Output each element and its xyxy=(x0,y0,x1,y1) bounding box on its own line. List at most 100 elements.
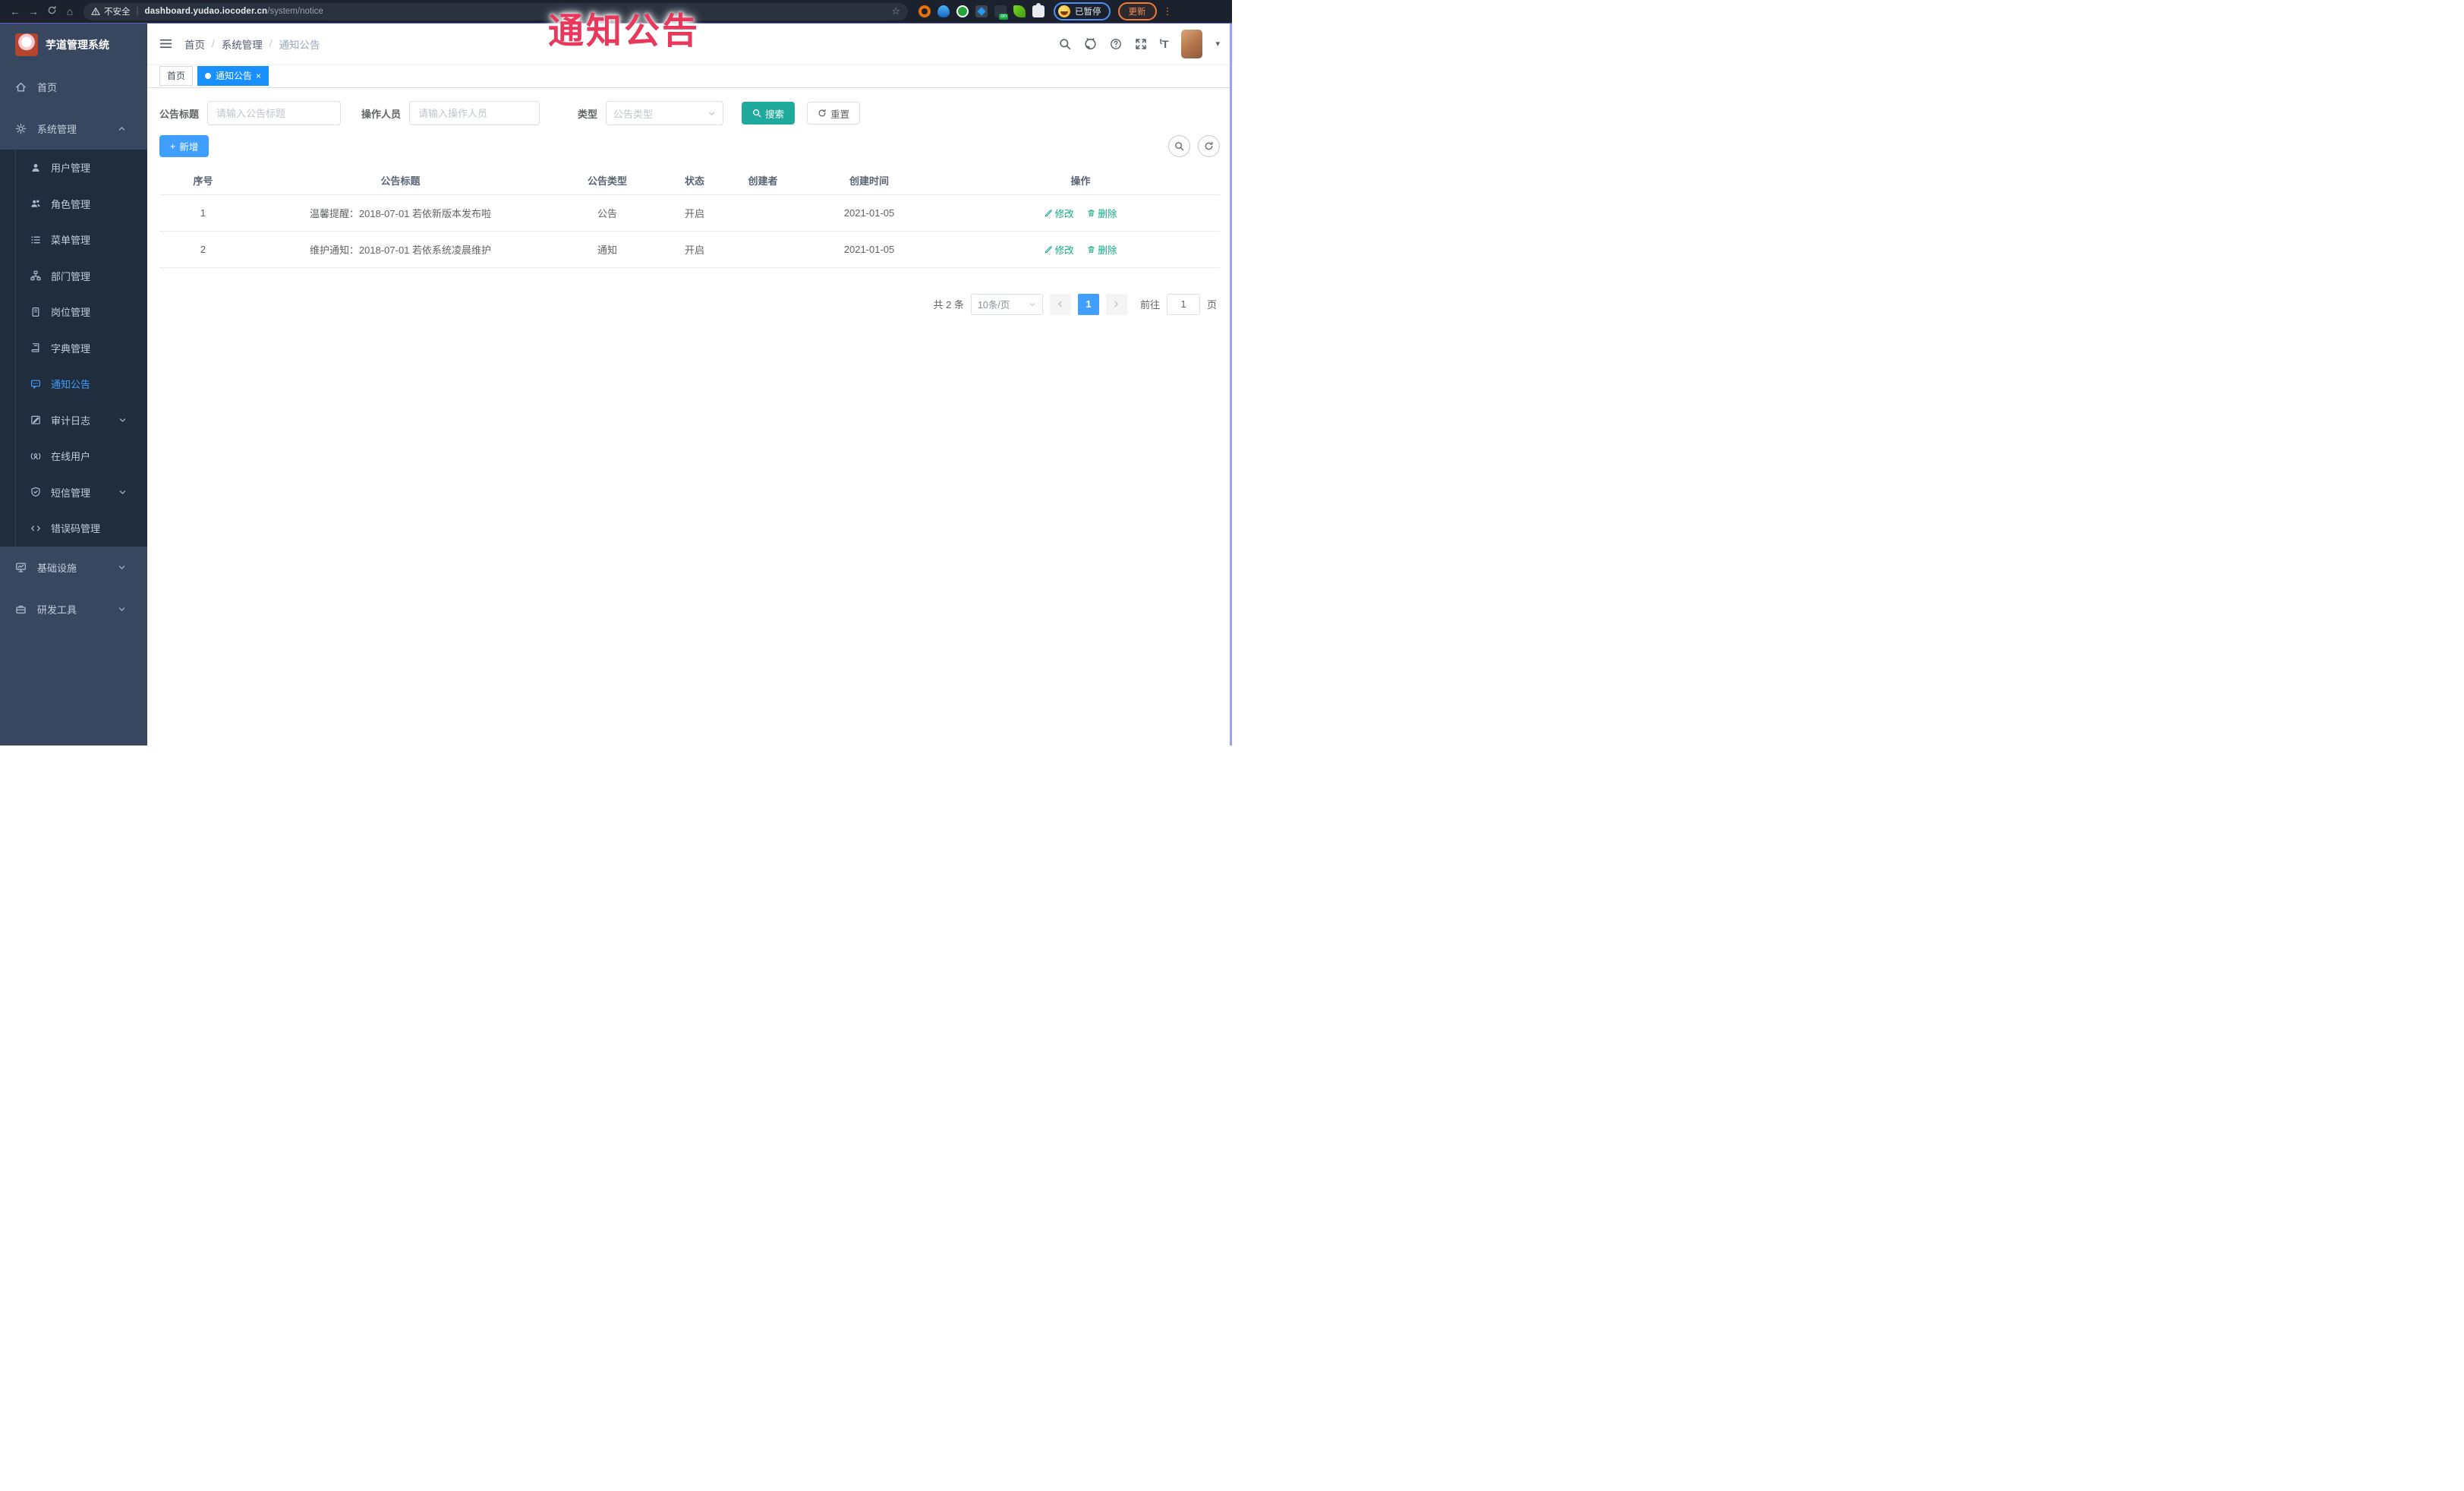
shield-check-icon xyxy=(31,487,40,497)
bookmark-star-icon[interactable]: ☆ xyxy=(891,5,900,17)
browser-update-button[interactable]: 更新 xyxy=(1117,2,1157,20)
header-search-icon[interactable] xyxy=(1059,38,1071,50)
chevron-down-icon xyxy=(118,605,137,613)
search-button-label: 搜索 xyxy=(765,109,785,120)
col-header-no: 序号 xyxy=(159,166,247,195)
browser-menu-icon[interactable]: ⋮ xyxy=(1163,5,1173,17)
breadcrumb-separator: / xyxy=(269,38,273,49)
page-unit-label: 页 xyxy=(1206,299,1217,310)
next-page-button[interactable] xyxy=(1105,293,1127,315)
tab-close-icon[interactable]: × xyxy=(256,71,261,81)
filter-form: 公告标题 操作人员 类型 公告类型 搜索 重置 xyxy=(159,101,1220,125)
github-icon[interactable] xyxy=(1084,37,1097,50)
sidebar-item-dept-management[interactable]: 部门管理 xyxy=(0,258,147,295)
fullscreen-icon[interactable] xyxy=(1135,38,1147,50)
browser-home-icon[interactable]: ⌂ xyxy=(61,5,79,17)
extension-green-circle-icon[interactable] xyxy=(956,5,969,17)
toggle-search-button[interactable] xyxy=(1168,135,1190,157)
col-header-creator: 创建者 xyxy=(729,166,797,195)
sidebar-item-home[interactable]: 首页 xyxy=(0,66,147,108)
url-path[interactable]: /system/notice xyxy=(267,7,323,16)
extension-blue-drop-icon[interactable] xyxy=(937,5,950,17)
refresh-icon xyxy=(1205,141,1213,150)
edit-link[interactable]: 修改 xyxy=(1045,242,1074,257)
sidebar-item-audit-log[interactable]: 审计日志 xyxy=(0,402,147,439)
sidebar-item-notice[interactable]: 通知公告 xyxy=(0,366,147,402)
sidebar-item-menu-management[interactable]: 菜单管理 xyxy=(0,222,147,258)
operator-input[interactable] xyxy=(409,101,540,125)
browser-profile-chip[interactable]: 已暂停 xyxy=(1054,2,1111,20)
delete-link[interactable]: 删除 xyxy=(1087,242,1117,257)
user-menu-caret-icon[interactable]: ▾ xyxy=(1215,39,1220,49)
breadcrumb-system[interactable]: 系统管理 xyxy=(222,36,263,52)
search-button[interactable]: 搜索 xyxy=(742,102,796,125)
browser-reload-icon[interactable] xyxy=(43,5,61,17)
add-button[interactable]: + 新增 xyxy=(159,135,210,157)
cell-no: 2 xyxy=(159,231,247,268)
sidebar-item-system-management[interactable]: 系统管理 xyxy=(0,108,147,150)
cell-actions: 修改 删除 xyxy=(941,231,1220,268)
edit-pencil-icon xyxy=(1045,209,1052,216)
gear-icon xyxy=(15,123,27,134)
security-label[interactable]: 不安全 xyxy=(104,5,131,17)
sidebar-item-label: 研发工具 xyxy=(37,604,77,616)
reset-button[interactable]: 重置 xyxy=(807,102,861,125)
sidebar-item-user-management[interactable]: 用户管理 xyxy=(0,150,147,186)
tab-label: 首页 xyxy=(167,71,186,81)
sidebar-item-role-management[interactable]: 角色管理 xyxy=(0,186,147,222)
sidebar-item-post-management[interactable]: 岗位管理 xyxy=(0,294,147,330)
browser-back-icon[interactable]: ← xyxy=(6,5,24,17)
sidebar-item-sms-management[interactable]: 短信管理 xyxy=(0,474,147,511)
extensions-puzzle-icon[interactable] xyxy=(1032,3,1045,17)
sidebar-item-infrastructure[interactable]: 基础设施 xyxy=(0,547,147,588)
cell-status: 开启 xyxy=(660,231,729,268)
font-size-icon[interactable]: tT xyxy=(1160,38,1169,50)
extension-leaf-icon[interactable] xyxy=(1013,5,1026,17)
page-size-select[interactable]: 10条/页 xyxy=(970,293,1043,315)
sidebar-item-dict-management[interactable]: 字典管理 xyxy=(0,330,147,367)
goto-page-input[interactable] xyxy=(1166,293,1200,315)
sidebar-item-online-users[interactable]: 在线用户 xyxy=(0,438,147,474)
update-label: 更新 xyxy=(1128,8,1146,17)
edit-label: 修改 xyxy=(1054,208,1074,219)
col-header-type: 公告类型 xyxy=(554,166,660,195)
notice-page-content: 公告标题 操作人员 类型 公告类型 搜索 重置 xyxy=(147,88,1232,746)
breadcrumb-home[interactable]: 首页 xyxy=(184,36,205,52)
sidebar-item-label: 基础设施 xyxy=(37,562,77,574)
sidebar-item-label: 用户管理 xyxy=(51,162,91,175)
tab-notice[interactable]: 通知公告 × xyxy=(197,65,269,86)
logo-image xyxy=(15,33,38,56)
code-icon xyxy=(31,525,40,531)
sidebar-item-error-code-management[interactable]: 错误码管理 xyxy=(0,510,147,547)
delete-link[interactable]: 删除 xyxy=(1087,206,1117,220)
refresh-table-button[interactable] xyxy=(1198,135,1220,157)
cell-created: 2021-01-05 xyxy=(797,231,941,268)
chevron-down-icon xyxy=(118,563,137,572)
edit-link[interactable]: 修改 xyxy=(1045,206,1074,220)
sidebar-item-dev-tools[interactable]: 研发工具 xyxy=(0,588,147,630)
window-scrollbar[interactable] xyxy=(1230,24,1232,746)
browser-forward-icon[interactable]: → xyxy=(24,5,43,17)
url-host[interactable]: dashboard.yudao.iocoder.cn xyxy=(145,7,268,16)
cell-creator xyxy=(729,231,797,268)
user-avatar[interactable] xyxy=(1181,29,1203,58)
sidebar-logo[interactable]: 芋道管理系统 xyxy=(0,24,147,66)
extension-blue-diamond-icon[interactable] xyxy=(975,5,988,17)
active-tab-dot xyxy=(205,72,212,79)
extension-orange-ring-icon[interactable] xyxy=(918,5,931,17)
help-question-icon[interactable] xyxy=(1110,38,1122,50)
extension-on-badge-icon[interactable] xyxy=(994,5,1008,20)
chevron-down-icon xyxy=(707,109,716,118)
col-header-actions: 操作 xyxy=(941,166,1220,195)
address-bar[interactable]: 不安全 | dashboard.yudao.iocoder.cn/system/… xyxy=(83,2,908,20)
infrastructure-monitor-icon xyxy=(16,563,26,572)
audit-log-icon xyxy=(31,416,40,425)
user-icon xyxy=(32,163,39,172)
page-number-button[interactable]: 1 xyxy=(1077,293,1099,315)
sidebar-item-label: 审计日志 xyxy=(51,415,91,427)
notice-type-select[interactable]: 公告类型 xyxy=(606,101,724,125)
prev-page-button[interactable] xyxy=(1049,293,1071,315)
tab-home[interactable]: 首页 xyxy=(159,65,194,86)
notice-title-input[interactable] xyxy=(207,101,342,125)
collapse-sidebar-icon[interactable] xyxy=(159,38,172,49)
